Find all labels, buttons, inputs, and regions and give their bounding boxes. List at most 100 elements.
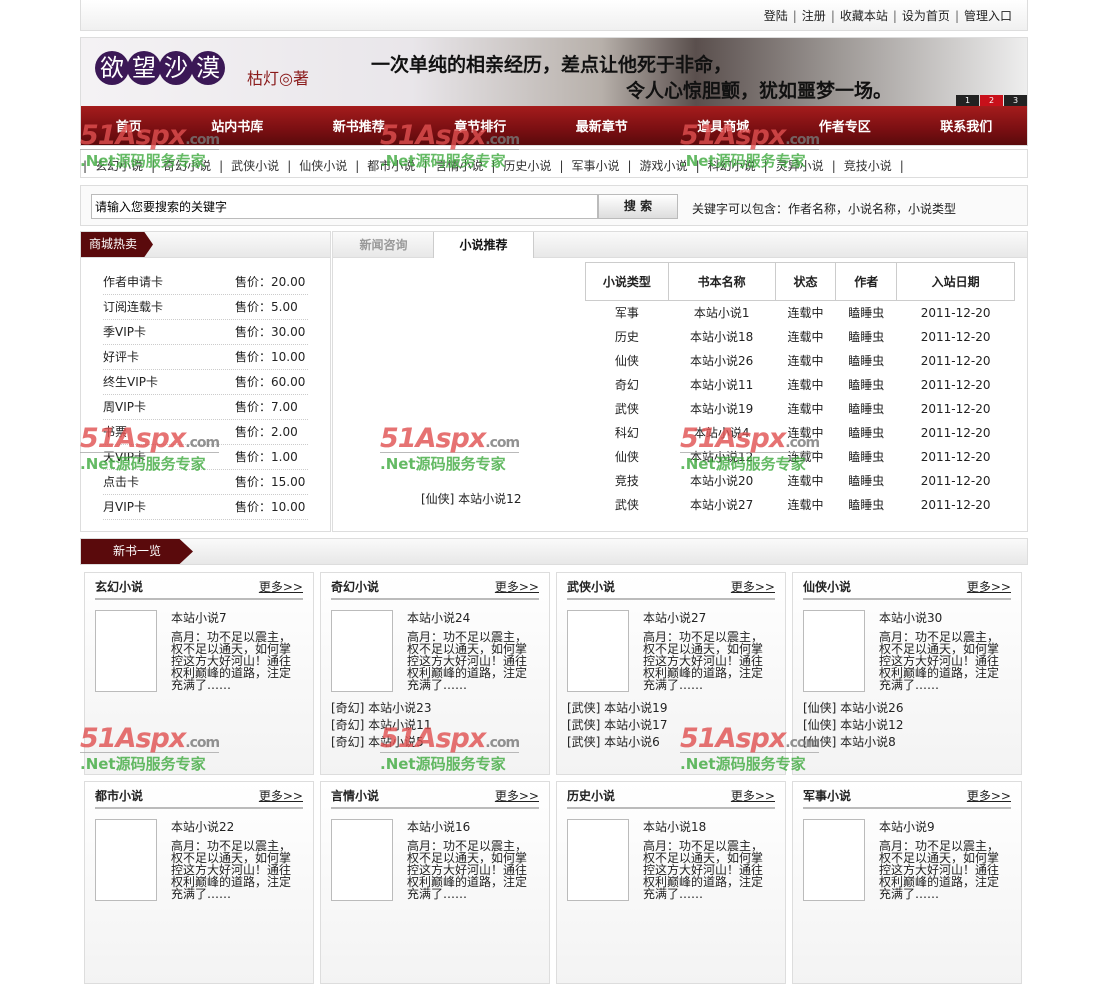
book-title-link[interactable]: 本站小说7 (171, 609, 227, 626)
table-row[interactable]: 竞技 本站小说20 连载中 瞌睡虫 2011-12-20 (586, 469, 1015, 493)
category-link[interactable]: 玄幻小说 (95, 159, 143, 173)
search-button[interactable]: 搜 索 (598, 194, 678, 219)
shop-item[interactable]: 作者申请卡 售价：20.00 (103, 270, 308, 295)
book-cover[interactable] (567, 610, 629, 692)
more-link[interactable]: 更多>> (259, 577, 303, 598)
nav-item[interactable]: 首页 (116, 116, 142, 135)
book-cover[interactable] (95, 610, 157, 692)
book-title-link[interactable]: 本站小说9 (879, 818, 935, 835)
book-link[interactable]: 本站小说27 (668, 493, 775, 517)
more-link[interactable]: 更多>> (495, 577, 539, 598)
shop-item-name[interactable]: 书票 (103, 420, 235, 444)
more-link[interactable]: 更多>> (731, 786, 775, 807)
shop-item[interactable]: 季VIP卡 售价：30.00 (103, 320, 308, 345)
book-link[interactable]: 本站小说20 (668, 469, 775, 493)
shop-item[interactable]: 月VIP卡 售价：10.00 (103, 495, 308, 520)
category-link[interactable]: 竞技小说 (844, 159, 892, 173)
top-link[interactable]: 收藏本站 (840, 9, 888, 23)
site-logo[interactable]: 欲望沙漠 (95, 51, 225, 85)
book-title-link[interactable]: 本站小说18 (643, 818, 706, 835)
top-link[interactable]: 设为首页 (902, 9, 950, 23)
shop-item[interactable]: 终生VIP卡 售价：60.00 (103, 370, 308, 395)
table-row[interactable]: 武侠 本站小说19 连载中 瞌睡虫 2011-12-20 (586, 397, 1015, 421)
banner-page-button[interactable]: 2 (980, 95, 1003, 106)
shop-item[interactable]: 好评卡 售价：10.00 (103, 345, 308, 370)
nav-item[interactable]: 站内书库 (211, 116, 263, 135)
tab-news[interactable]: 新闻咨询 (334, 232, 434, 258)
book-cover[interactable] (803, 610, 865, 692)
list-item[interactable]: [仙侠] 本站小说26 (803, 699, 903, 716)
shop-item-name[interactable]: 作者申请卡 (103, 270, 235, 294)
category-link[interactable]: 武侠小说 (231, 159, 279, 173)
list-item[interactable]: [奇幻] 本站小说5 (331, 733, 431, 750)
nav-item[interactable]: 作者专区 (819, 116, 871, 135)
book-title-link[interactable]: 本站小说30 (879, 609, 942, 626)
category-link[interactable]: 科幻小说 (708, 159, 756, 173)
shop-item-name[interactable]: 周VIP卡 (103, 395, 235, 419)
book-cover[interactable] (331, 819, 393, 901)
list-item[interactable]: [武侠] 本站小说19 (567, 699, 667, 716)
shop-item[interactable]: 订阅连载卡 售价：5.00 (103, 295, 308, 320)
top-link[interactable]: 管理入口 (964, 9, 1012, 23)
list-item[interactable]: [仙侠] 本站小说8 (803, 733, 903, 750)
more-link[interactable]: 更多>> (259, 786, 303, 807)
shop-item[interactable]: 点击卡 售价：15.00 (103, 470, 308, 495)
table-row[interactable]: 科幻 本站小说4 连载中 瞌睡虫 2011-12-20 (586, 421, 1015, 445)
nav-item[interactable]: 新书推荐 (333, 116, 385, 135)
recommend-side-link[interactable]: [仙侠] 本站小说12 (421, 490, 521, 507)
shop-item-name[interactable]: 终生VIP卡 (103, 370, 235, 394)
more-link[interactable]: 更多>> (495, 786, 539, 807)
more-link[interactable]: 更多>> (731, 577, 775, 598)
nav-item[interactable]: 道具商城 (697, 116, 749, 135)
banner-page-button[interactable]: 1 (956, 95, 979, 106)
nav-item[interactable]: 章节排行 (454, 116, 506, 135)
table-row[interactable]: 历史 本站小说18 连载中 瞌睡虫 2011-12-20 (586, 325, 1015, 349)
shop-item-name[interactable]: 季VIP卡 (103, 320, 235, 344)
tab-novel-recommend[interactable]: 小说推荐 (434, 232, 534, 258)
category-link[interactable]: 言情小说 (435, 159, 483, 173)
book-link[interactable]: 本站小说26 (668, 349, 775, 373)
list-item[interactable]: [武侠] 本站小说6 (567, 733, 667, 750)
shop-item[interactable]: 书票 售价：2.00 (103, 420, 308, 445)
banner-page-button[interactable]: 3 (1004, 95, 1027, 106)
category-link[interactable]: 历史小说 (503, 159, 551, 173)
book-link[interactable]: 本站小说19 (668, 397, 775, 421)
book-cover[interactable] (331, 610, 393, 692)
book-link[interactable]: 本站小说12 (668, 445, 775, 469)
book-title-link[interactable]: 本站小说16 (407, 818, 470, 835)
book-cover[interactable] (567, 819, 629, 901)
top-link[interactable]: 登陆 (764, 9, 788, 23)
list-item[interactable]: [奇幻] 本站小说11 (331, 716, 431, 733)
top-link[interactable]: 注册 (802, 9, 826, 23)
book-title-link[interactable]: 本站小说22 (171, 818, 234, 835)
shop-item[interactable]: 周VIP卡 售价：7.00 (103, 395, 308, 420)
shop-item-name[interactable]: 月VIP卡 (103, 495, 235, 519)
nav-item[interactable]: 联系我们 (940, 116, 992, 135)
search-input[interactable] (91, 194, 598, 219)
book-link[interactable]: 本站小说4 (668, 421, 775, 445)
table-row[interactable]: 仙侠 本站小说26 连载中 瞌睡虫 2011-12-20 (586, 349, 1015, 373)
shop-item-name[interactable]: 点击卡 (103, 470, 235, 494)
list-item[interactable]: [仙侠] 本站小说12 (803, 716, 903, 733)
shop-item-name[interactable]: 天VIP卡 (103, 445, 235, 469)
book-link[interactable]: 本站小说11 (668, 373, 775, 397)
list-item[interactable]: [奇幻] 本站小说23 (331, 699, 431, 716)
more-link[interactable]: 更多>> (967, 577, 1011, 598)
table-row[interactable]: 奇幻 本站小说11 连载中 瞌睡虫 2011-12-20 (586, 373, 1015, 397)
table-row[interactable]: 仙侠 本站小说12 连载中 瞌睡虫 2011-12-20 (586, 445, 1015, 469)
shop-item[interactable]: 天VIP卡 售价：1.00 (103, 445, 308, 470)
book-title-link[interactable]: 本站小说27 (643, 609, 706, 626)
book-cover[interactable] (95, 819, 157, 901)
category-link[interactable]: 军事小说 (571, 159, 619, 173)
book-link[interactable]: 本站小说18 (668, 325, 775, 349)
book-cover[interactable] (803, 819, 865, 901)
category-link[interactable]: 灵异小说 (776, 159, 824, 173)
category-link[interactable]: 都市小说 (367, 159, 415, 173)
shop-item-name[interactable]: 好评卡 (103, 345, 235, 369)
table-row[interactable]: 武侠 本站小说27 连载中 瞌睡虫 2011-12-20 (586, 493, 1015, 517)
category-link[interactable]: 仙侠小说 (299, 159, 347, 173)
table-row[interactable]: 军事 本站小说1 连载中 瞌睡虫 2011-12-20 (586, 301, 1015, 325)
book-title-link[interactable]: 本站小说24 (407, 609, 470, 626)
list-item[interactable]: [武侠] 本站小说17 (567, 716, 667, 733)
nav-item[interactable]: 最新章节 (576, 116, 628, 135)
